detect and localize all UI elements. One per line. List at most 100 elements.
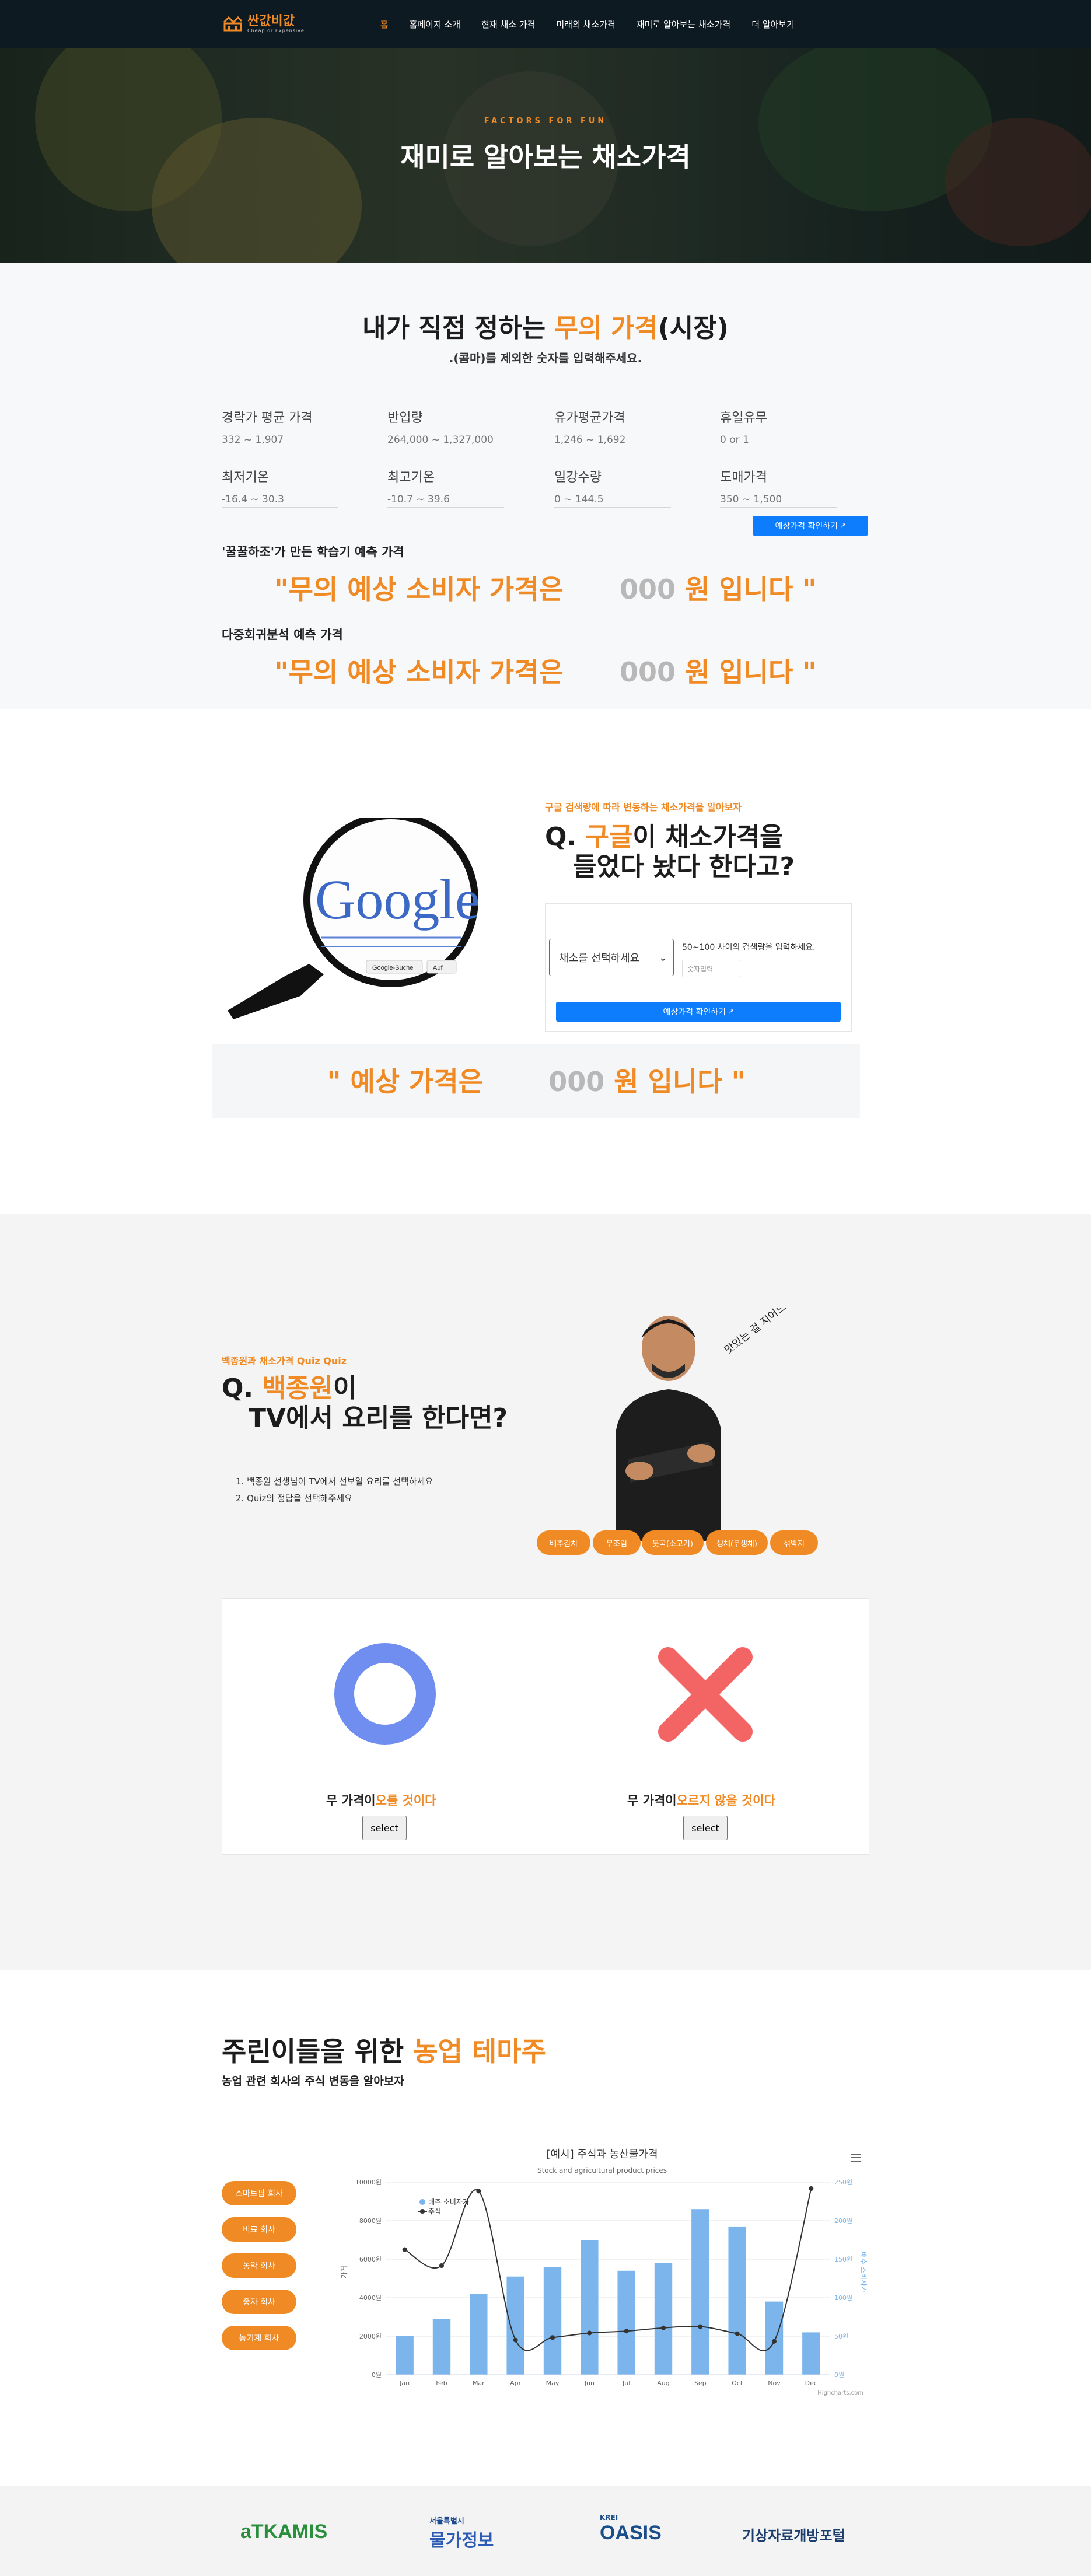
google-prediction: " 예상 가격은 000 원 입니다 ": [327, 1066, 746, 1097]
vegetable-select[interactable]: 채소를 선택하세요 ⌄: [549, 939, 674, 976]
google-check-price-button[interactable]: 예상가격 확인하기 ⭧: [556, 1002, 841, 1022]
chart-bar[interactable]: [765, 2301, 784, 2375]
chart-line-point[interactable]: [550, 2335, 555, 2340]
chart-line-point[interactable]: [661, 2325, 666, 2330]
menu-current-price[interactable]: 현재 채소 가격: [481, 18, 535, 30]
logo-title: 싼값비값: [247, 13, 295, 29]
chart-bar[interactable]: [470, 2294, 488, 2375]
section-subtitle: .(콤마)를 제외한 숫자를 입력해주세요.: [449, 351, 642, 365]
chart-bar[interactable]: [617, 2270, 635, 2375]
x-tick-label: Feb: [436, 2379, 447, 2387]
min-temp-input[interactable]: [222, 491, 338, 508]
chef-photo: 맛있는 걸 지어드릴게: [616, 1308, 791, 1541]
o-select-button[interactable]: select: [362, 1816, 407, 1840]
chevron-down-icon: ⌄: [658, 951, 667, 964]
logo-subtitle: Cheap or Expensive: [247, 27, 305, 33]
chart-bar[interactable]: [728, 2226, 746, 2375]
chart-line-point[interactable]: [439, 2263, 444, 2268]
dish-chip-radish-salad[interactable]: 생채(무생채): [706, 1530, 768, 1555]
chart-bar[interactable]: [506, 2276, 524, 2375]
chart-bar[interactable]: [581, 2240, 599, 2375]
menu-fun-price[interactable]: 재미로 알아보는 채소가격: [637, 18, 730, 30]
company-machinery-button[interactable]: 농기계 회사: [222, 2326, 296, 2350]
chart-bar[interactable]: [543, 2267, 562, 2375]
hero-title: 재미로 알아보는 채소가격: [400, 141, 691, 173]
hero-kicker: FACTORS FOR FUN: [484, 117, 607, 125]
chart-line-point[interactable]: [624, 2329, 629, 2334]
quiz-question-title: Q. 백종원이 TV에서 요리를 한다면?: [222, 1373, 508, 1433]
company-seed-button[interactable]: 종자 회사: [222, 2290, 296, 2314]
field-rainfall: 일강수량: [554, 467, 671, 508]
y-tick-label-right: 50원: [834, 2333, 848, 2340]
chart-line-point[interactable]: [735, 2331, 740, 2336]
menu-home[interactable]: 홈: [380, 18, 389, 30]
x-tick-label: Jan: [399, 2379, 410, 2387]
x-icon[interactable]: [656, 1645, 754, 1743]
dish-chip-radish-soup[interactable]: 뭇국(소고기): [642, 1530, 704, 1555]
ox-answer-card: 무 가격이오를 것이다 무 가격이오르지 않을 것이다 select selec…: [222, 1598, 869, 1855]
stock-price-chart: [예시] 주식과 농산물가격 Stock and agricultural pr…: [340, 2148, 868, 2396]
model1-prediction: "무의 예상 소비자 가격은 000 원 입니다 ": [274, 574, 817, 605]
chart-bar[interactable]: [654, 2263, 673, 2375]
y-tick-label-right: 200원: [834, 2217, 852, 2225]
company-pesticide-button[interactable]: 농약 회사: [222, 2253, 296, 2278]
check-price-button[interactable]: 예상가격 확인하기 ⭧: [753, 516, 868, 536]
footer-logo-atkamis[interactable]: aTKAMIS: [240, 2521, 327, 2543]
chart-line-point[interactable]: [587, 2330, 592, 2336]
rainfall-input[interactable]: [554, 491, 671, 508]
chart-menu-icon[interactable]: [851, 2154, 861, 2162]
model1-label: '꿀꿀하조'가 만든 학습기 예측 가격: [222, 545, 404, 559]
footer-logo-weather-portal[interactable]: 기상자료개방포털: [742, 2524, 845, 2544]
wholesale-input[interactable]: [720, 491, 837, 508]
dish-chip-kkakdugi[interactable]: 섞박지: [770, 1530, 818, 1555]
chart-line-point[interactable]: [402, 2247, 407, 2252]
x-tick-label: Nov: [768, 2379, 781, 2387]
cursor-icon: ⭧: [728, 1008, 734, 1017]
field-max-temp: 최고기온: [387, 467, 504, 508]
menu-future-price[interactable]: 미래의 채소가격: [556, 18, 615, 30]
chart-line-point[interactable]: [698, 2324, 703, 2329]
chart-line-point[interactable]: [476, 2189, 481, 2194]
chart-legend: 배추 소비자가 주식: [418, 2198, 469, 2215]
chart-bar[interactable]: [396, 2336, 414, 2375]
o-icon[interactable]: [333, 1642, 437, 1746]
max-temp-input[interactable]: [387, 491, 504, 508]
chart-line-point[interactable]: [809, 2186, 814, 2191]
company-fertilizer-button[interactable]: 비료 회사: [222, 2217, 296, 2242]
menu-about[interactable]: 홈페이지 소개: [410, 18, 461, 30]
x-select-button[interactable]: select: [683, 1816, 728, 1840]
x-tick-label: Apr: [510, 2379, 522, 2387]
oil-price-input[interactable]: [554, 432, 671, 448]
chart-line-point[interactable]: [513, 2337, 518, 2343]
site-logo[interactable]: 싼값비값 Cheap or Expensive: [223, 15, 305, 33]
inbound-volume-input[interactable]: [387, 432, 504, 448]
search-volume-hint: 50~100 사이의 검색량을 입력하세요.: [682, 943, 816, 952]
company-smartfarm-button[interactable]: 스마트팜 회사: [222, 2181, 296, 2205]
search-volume-input[interactable]: 숫자입력: [682, 960, 740, 977]
cursor-icon: ⭧: [840, 522, 846, 531]
logo-icon: [223, 16, 243, 32]
chart-series-line: [404, 2188, 812, 2351]
google-input-card: 채소를 선택하세요 ⌄ 50~100 사이의 검색량을 입력하세요. 숫자입력 …: [545, 903, 852, 1032]
footer-logo-price-info[interactable]: 서울특별시 물가정보: [429, 2515, 494, 2551]
legend-item: 배추 소비자가: [428, 2198, 469, 2206]
footer-logo-oasis[interactable]: KREI OASIS: [600, 2514, 662, 2544]
holiday-input[interactable]: [720, 432, 837, 448]
x-tick-label: Jun: [584, 2379, 595, 2387]
chart-bar[interactable]: [691, 2209, 709, 2375]
y-tick-label-right: 100원: [834, 2294, 852, 2302]
chart-bar[interactable]: [802, 2332, 820, 2375]
menu-more[interactable]: 더 알아보기: [751, 18, 795, 30]
dish-chip-braised-radish[interactable]: 무조림: [593, 1530, 641, 1555]
auction-avg-input[interactable]: [222, 432, 338, 448]
chart-line-point[interactable]: [772, 2339, 777, 2344]
x-tick-label: Jul: [622, 2379, 630, 2387]
x-tick-label: Sep: [694, 2379, 707, 2387]
chart-subtitle: Stock and agricultural product prices: [537, 2166, 667, 2175]
chart-bar[interactable]: [432, 2319, 451, 2375]
y-tick-label-left: 2000원: [359, 2333, 382, 2340]
o-answer-label: 무 가격이오를 것이다: [326, 1794, 436, 1808]
dish-chip-kimchi[interactable]: 배추김치: [537, 1530, 590, 1555]
stock-section-title: 주린이들을 위한 농업 테마주: [222, 2036, 546, 2067]
field-auction-avg: 경락가 평균 가격: [222, 407, 338, 448]
